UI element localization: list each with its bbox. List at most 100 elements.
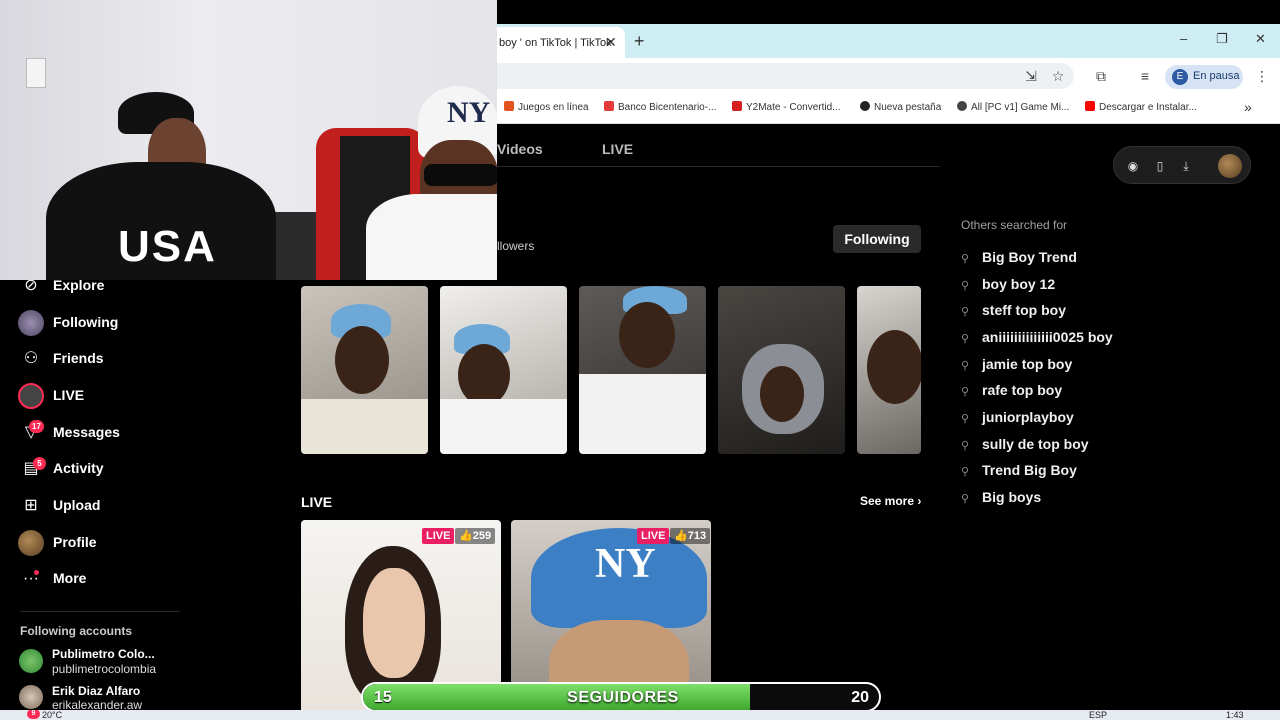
wall-outlet: [26, 58, 46, 88]
shirt-shape: [579, 374, 706, 454]
search-suggestion-label: aniiiiiiiiiiiiii0025 boy: [982, 329, 1113, 345]
face-shape: [335, 326, 389, 394]
sidebar-item-upload[interactable]: ⊞ Upload: [18, 493, 188, 519]
face-shape: [760, 366, 804, 422]
profile-avatar-icon: [18, 530, 44, 556]
search-suggestion-label: juniorplayboy: [982, 409, 1074, 425]
sidebar-item-profile[interactable]: Profile: [18, 530, 188, 556]
face-shape: [867, 330, 921, 404]
search-suggestion-label: steff top boy: [982, 302, 1066, 318]
follower-goal-bar: 15 SEGUIDORES 20: [361, 682, 881, 712]
search-suggestion[interactable]: ⚲ Big Boy Trend: [961, 249, 1077, 269]
bookmark-star-icon[interactable]: ☆: [1050, 68, 1066, 84]
bookmark-item[interactable]: Y2Mate - Convertid...: [732, 101, 840, 113]
search-icon: ⚲: [961, 466, 970, 478]
webcam-overlay: USA NY: [0, 0, 497, 280]
bookmark-label: Juegos en línea: [518, 102, 589, 113]
search-icon: ⚲: [961, 440, 970, 452]
profile-status: En pausa: [1193, 70, 1240, 82]
search-suggestion[interactable]: ⚲ jamie top boy: [961, 356, 1072, 376]
minimize-icon[interactable]: –: [1180, 31, 1187, 46]
bookmark-favicon-icon: [860, 101, 870, 111]
bookmark-item[interactable]: Banco Bicentenario-...: [604, 101, 716, 113]
search-suggestion[interactable]: ⚲ steff top boy: [961, 302, 1066, 322]
live-like-count: 👍259: [455, 528, 496, 544]
search-suggestion[interactable]: ⚲ Big boys: [961, 489, 1041, 509]
search-suggestion-label: Trend Big Boy: [982, 462, 1077, 478]
bookmark-favicon-icon: [604, 101, 614, 111]
yankees-logo-icon: NY: [595, 541, 656, 587]
search-suggestion[interactable]: ⚲ aniiiiiiiiiiiiii0025 boy: [961, 329, 1113, 349]
floating-toolbar: ◉ ▯ ⤓: [1113, 146, 1251, 184]
search-suggestion[interactable]: ⚲ boy boy 12: [961, 276, 1055, 296]
tab-videos[interactable]: Videos: [497, 141, 543, 157]
sidebar-divider: [20, 611, 180, 612]
sidebar-item-friends[interactable]: ⚇ Friends: [18, 346, 188, 372]
download-icon[interactable]: ⤓: [1179, 159, 1193, 173]
sidebar-item-activity[interactable]: ▤ 5 Activity: [18, 456, 188, 482]
video-thumbnail[interactable]: [440, 286, 567, 454]
sidebar-item-live[interactable]: LIVE: [18, 383, 188, 409]
see-more-link[interactable]: See more ›: [860, 494, 921, 508]
following-button[interactable]: Following: [833, 225, 921, 253]
face-shape: [458, 344, 510, 406]
video-thumbnail[interactable]: [579, 286, 706, 454]
video-thumbnail[interactable]: [857, 286, 921, 454]
yankees-logo-icon: NY: [447, 96, 491, 129]
bookmark-item[interactable]: All [PC v1] Game Mi...: [957, 101, 1069, 113]
tiktok-logo-icon[interactable]: ◉: [1126, 159, 1140, 173]
live-like-number: 713: [687, 530, 707, 542]
search-suggestion[interactable]: ⚲ rafe top boy: [961, 382, 1062, 402]
bookmark-item[interactable]: Juegos en línea: [504, 101, 589, 113]
messages-badge: 17: [29, 420, 44, 433]
search-suggestion[interactable]: ⚲ sully de top boy: [961, 436, 1089, 456]
restore-icon[interactable]: ❐: [1216, 31, 1228, 47]
search-suggestion[interactable]: ⚲ Trend Big Boy: [961, 462, 1077, 482]
account-avatar[interactable]: [19, 685, 43, 709]
extensions-icon[interactable]: ⧉: [1093, 68, 1109, 84]
account-name[interactable]: Publimetro Colo...: [52, 647, 155, 661]
tab-live[interactable]: LIVE: [602, 141, 633, 157]
bookmark-item[interactable]: Nueva pestaña: [860, 101, 941, 113]
taskbar-weather[interactable]: 20°C: [42, 710, 62, 720]
bookmark-label: Y2Mate - Convertid...: [746, 102, 841, 113]
mobile-icon[interactable]: ▯: [1153, 159, 1167, 173]
live-like-count: 👍713: [670, 528, 711, 544]
address-bar[interactable]: [497, 63, 1074, 89]
new-tab-button[interactable]: +: [634, 31, 645, 52]
live-icon: [18, 383, 44, 409]
sidebar-item-label: Friends: [53, 350, 104, 366]
sidebar-item-more[interactable]: ··· More: [18, 566, 188, 592]
close-window-icon[interactable]: ✕: [1255, 31, 1266, 47]
search-suggestion-label: jamie top boy: [982, 356, 1073, 372]
bookmarks-overflow-icon[interactable]: »: [1244, 99, 1252, 115]
sidebar-item-following[interactable]: Following: [18, 310, 188, 336]
account-name[interactable]: Erik Diaz Alfaro: [52, 684, 140, 698]
bookmark-item[interactable]: Descargar e Instalar...: [1085, 101, 1197, 113]
more-notification-dot: [34, 570, 39, 575]
live-like-number: 259: [472, 530, 492, 542]
tab-close-icon[interactable]: ✕: [605, 34, 617, 51]
taskbar-language[interactable]: ESP: [1089, 710, 1107, 720]
install-app-icon[interactable]: ⇲: [1023, 68, 1039, 84]
media-controls-icon[interactable]: ≡: [1137, 68, 1153, 84]
search-suggestion[interactable]: ⚲ juniorplayboy: [961, 409, 1074, 429]
account-avatar[interactable]: [19, 649, 43, 673]
search-suggestion-label: rafe top boy: [982, 382, 1063, 398]
video-thumbnail[interactable]: [301, 286, 428, 454]
shirt-shape: [301, 399, 428, 454]
sidebar-item-label: More: [53, 570, 87, 586]
video-thumbnail[interactable]: [718, 286, 845, 454]
browser-tab-title: boy ' on TikTok | TikTok: [499, 37, 612, 49]
browser-menu-icon[interactable]: ⋮: [1254, 68, 1270, 84]
more-icon: ···: [23, 570, 39, 587]
friends-icon: ⚇: [23, 350, 39, 367]
browser-tab[interactable]: boy ' on TikTok | TikTok ✕: [497, 27, 625, 58]
profile-initial-avatar: E: [1172, 69, 1188, 85]
sidebar-item-messages[interactable]: ▽ 17 Messages: [18, 420, 188, 446]
sidebar-item-label: Messages: [53, 424, 120, 440]
user-avatar[interactable]: [1218, 154, 1242, 178]
face-shape: [363, 568, 425, 678]
profile-button[interactable]: E En pausa: [1165, 65, 1243, 89]
taskbar-clock[interactable]: 1:43: [1226, 710, 1244, 720]
